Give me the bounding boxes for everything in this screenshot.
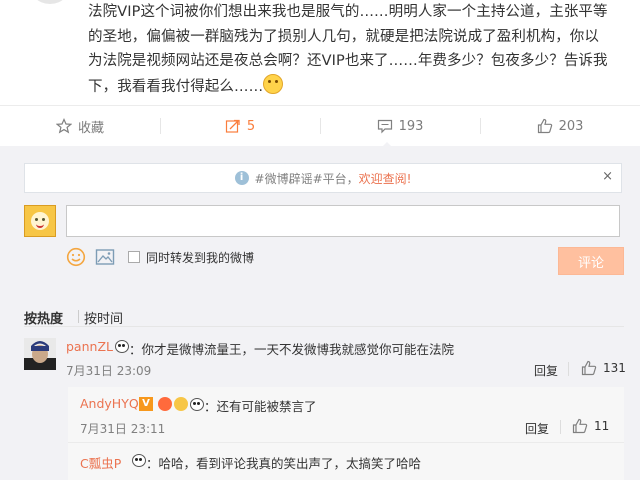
medal-icon — [158, 397, 172, 411]
author-avatar[interactable] — [28, 0, 72, 4]
post-line-3: 为法院是视频网站还是夜总会啊？还VIP也来了……年费多少？包夜多少？告诉我 — [88, 53, 608, 69]
thumbs-up-icon — [572, 418, 588, 434]
sort-by-time-tab[interactable]: 按时间 — [84, 308, 123, 327]
repost-button[interactable]: 5 — [160, 106, 320, 146]
rumor-notice-banner: i #微博辟谣#平台， 欢迎查阅! × — [24, 163, 622, 193]
verified-v-icon: V — [139, 397, 153, 411]
thinking-emoji-icon — [263, 73, 284, 94]
post-text: 法院VIP这个词被你们想出来我也是服气的……明明人家一个主持公道，主张平等 的圣… — [88, 0, 633, 99]
favorite-button[interactable]: 收藏 — [0, 106, 160, 146]
reply-reply-button[interactable]: 回复 — [525, 420, 549, 437]
image-icon[interactable] — [95, 247, 115, 267]
panda-badge-icon — [115, 340, 129, 353]
comment-reply-button[interactable]: 回复 — [534, 362, 558, 379]
sort-divider — [78, 310, 79, 323]
my-avatar — [24, 205, 56, 237]
comment-time: 7月31日 23:09 — [66, 364, 152, 378]
repost-icon — [225, 119, 240, 133]
panda-badge-icon — [190, 398, 204, 411]
favorite-label: 收藏 — [77, 120, 104, 136]
comment-icon — [377, 119, 392, 134]
post-line-1: 法院VIP这个词被你们想出来我也是服气的……明明人家一个主持公道，主张平等 — [88, 4, 608, 20]
reply-like-button[interactable]: 11 — [572, 418, 609, 434]
sort-by-hot-tab[interactable]: 按热度 — [24, 308, 63, 327]
submit-comment-button[interactable]: 评论 — [558, 247, 624, 275]
post-action-bar: 收藏 5 193 203 — [0, 105, 640, 146]
reply-author[interactable]: AndyHYQ — [80, 396, 139, 411]
like-button[interactable]: 203 — [480, 106, 640, 146]
info-icon: i — [234, 171, 249, 185]
reply-like-count: 11 — [594, 419, 610, 433]
reply-time: 7月31日 23:11 — [80, 422, 166, 436]
avatar-face — [31, 212, 49, 230]
thumbs-up-icon — [581, 360, 597, 376]
post-line-4: 下，我看看我付得起么…… — [88, 78, 264, 95]
comment-text: ：你才是微博流量王，一天不发微博我就感觉你可能在法院 — [129, 342, 455, 357]
reply-author[interactable]: C瓢虫P — [80, 453, 121, 472]
repost-checkbox[interactable] — [128, 251, 140, 263]
thumbs-up-icon — [537, 118, 552, 134]
notice-link[interactable]: 欢迎查阅! — [359, 170, 412, 187]
repost-count: 5 — [246, 118, 256, 134]
reply-divider — [68, 442, 624, 443]
composer-tools: 同时转发到我的微博 — [66, 246, 254, 268]
comment-action-divider — [568, 362, 569, 376]
like-count: 203 — [558, 118, 584, 134]
post-line-2: 的圣地，偏偏被一群脑残为了损别人几句，就硬是把法院说成了盈利机构，你以 — [88, 28, 599, 45]
comment-panel-caret — [380, 142, 394, 149]
fan-badge-icon — [174, 397, 188, 411]
panda-badge-icon — [132, 454, 146, 467]
repost-label: 同时转发到我的微博 — [146, 250, 255, 265]
comment-count: 193 — [398, 118, 424, 134]
star-icon — [55, 118, 72, 134]
commenter-avatar[interactable] — [24, 338, 56, 370]
emoji-icon[interactable] — [66, 247, 86, 267]
notice-text: #微博辟谣#平台， — [254, 171, 359, 186]
comment-input[interactable] — [66, 205, 620, 237]
reply-text: ：还有可能被禁言了 — [204, 399, 317, 414]
comment-author[interactable]: pannZL — [66, 339, 113, 354]
comment-like-button[interactable]: 131 — [581, 360, 626, 376]
comment-button[interactable]: 193 — [320, 106, 480, 146]
reply-text: ：哈哈，看到评论我真的笑出声了，太搞笑了哈哈 — [146, 456, 422, 471]
weibo-post: 法院VIP这个词被你们想出来我也是服气的……明明人家一个主持公道，主张平等 的圣… — [0, 0, 640, 105]
reply-action-divider — [560, 420, 561, 434]
close-icon[interactable]: × — [602, 169, 613, 184]
sort-bar: 按热度 按时间 — [24, 296, 624, 327]
comment-like-count: 131 — [603, 361, 626, 375]
